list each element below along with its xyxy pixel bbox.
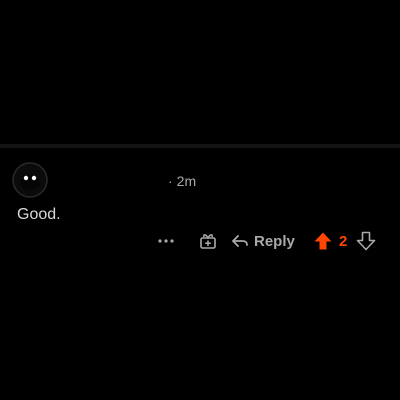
reply-arrow-icon	[232, 235, 248, 247]
reply-label: Reply	[254, 232, 295, 250]
upvote-arrow-icon	[314, 232, 332, 250]
award-button[interactable]	[197, 230, 219, 252]
comment: · 2m Good. Reply 2	[0, 160, 400, 260]
upvote-button[interactable]	[312, 230, 334, 252]
meta-separator: ·	[168, 173, 173, 189]
comment-timestamp: 2m	[176, 173, 197, 189]
vote-score: 2	[339, 233, 348, 250]
reply-button[interactable]: Reply	[231, 230, 295, 252]
comment-actions: Reply 2	[0, 228, 400, 254]
section-divider	[0, 144, 400, 148]
comment-meta: · 2m	[168, 173, 196, 189]
downvote-button[interactable]	[355, 230, 377, 252]
avatar-icon	[12, 162, 48, 198]
award-icon	[200, 234, 216, 249]
comment-body: Good.	[17, 206, 61, 223]
more-horizontal-icon	[158, 239, 174, 243]
more-options-button[interactable]	[155, 230, 177, 252]
downvote-arrow-icon	[356, 231, 376, 251]
avatar[interactable]	[12, 162, 48, 198]
